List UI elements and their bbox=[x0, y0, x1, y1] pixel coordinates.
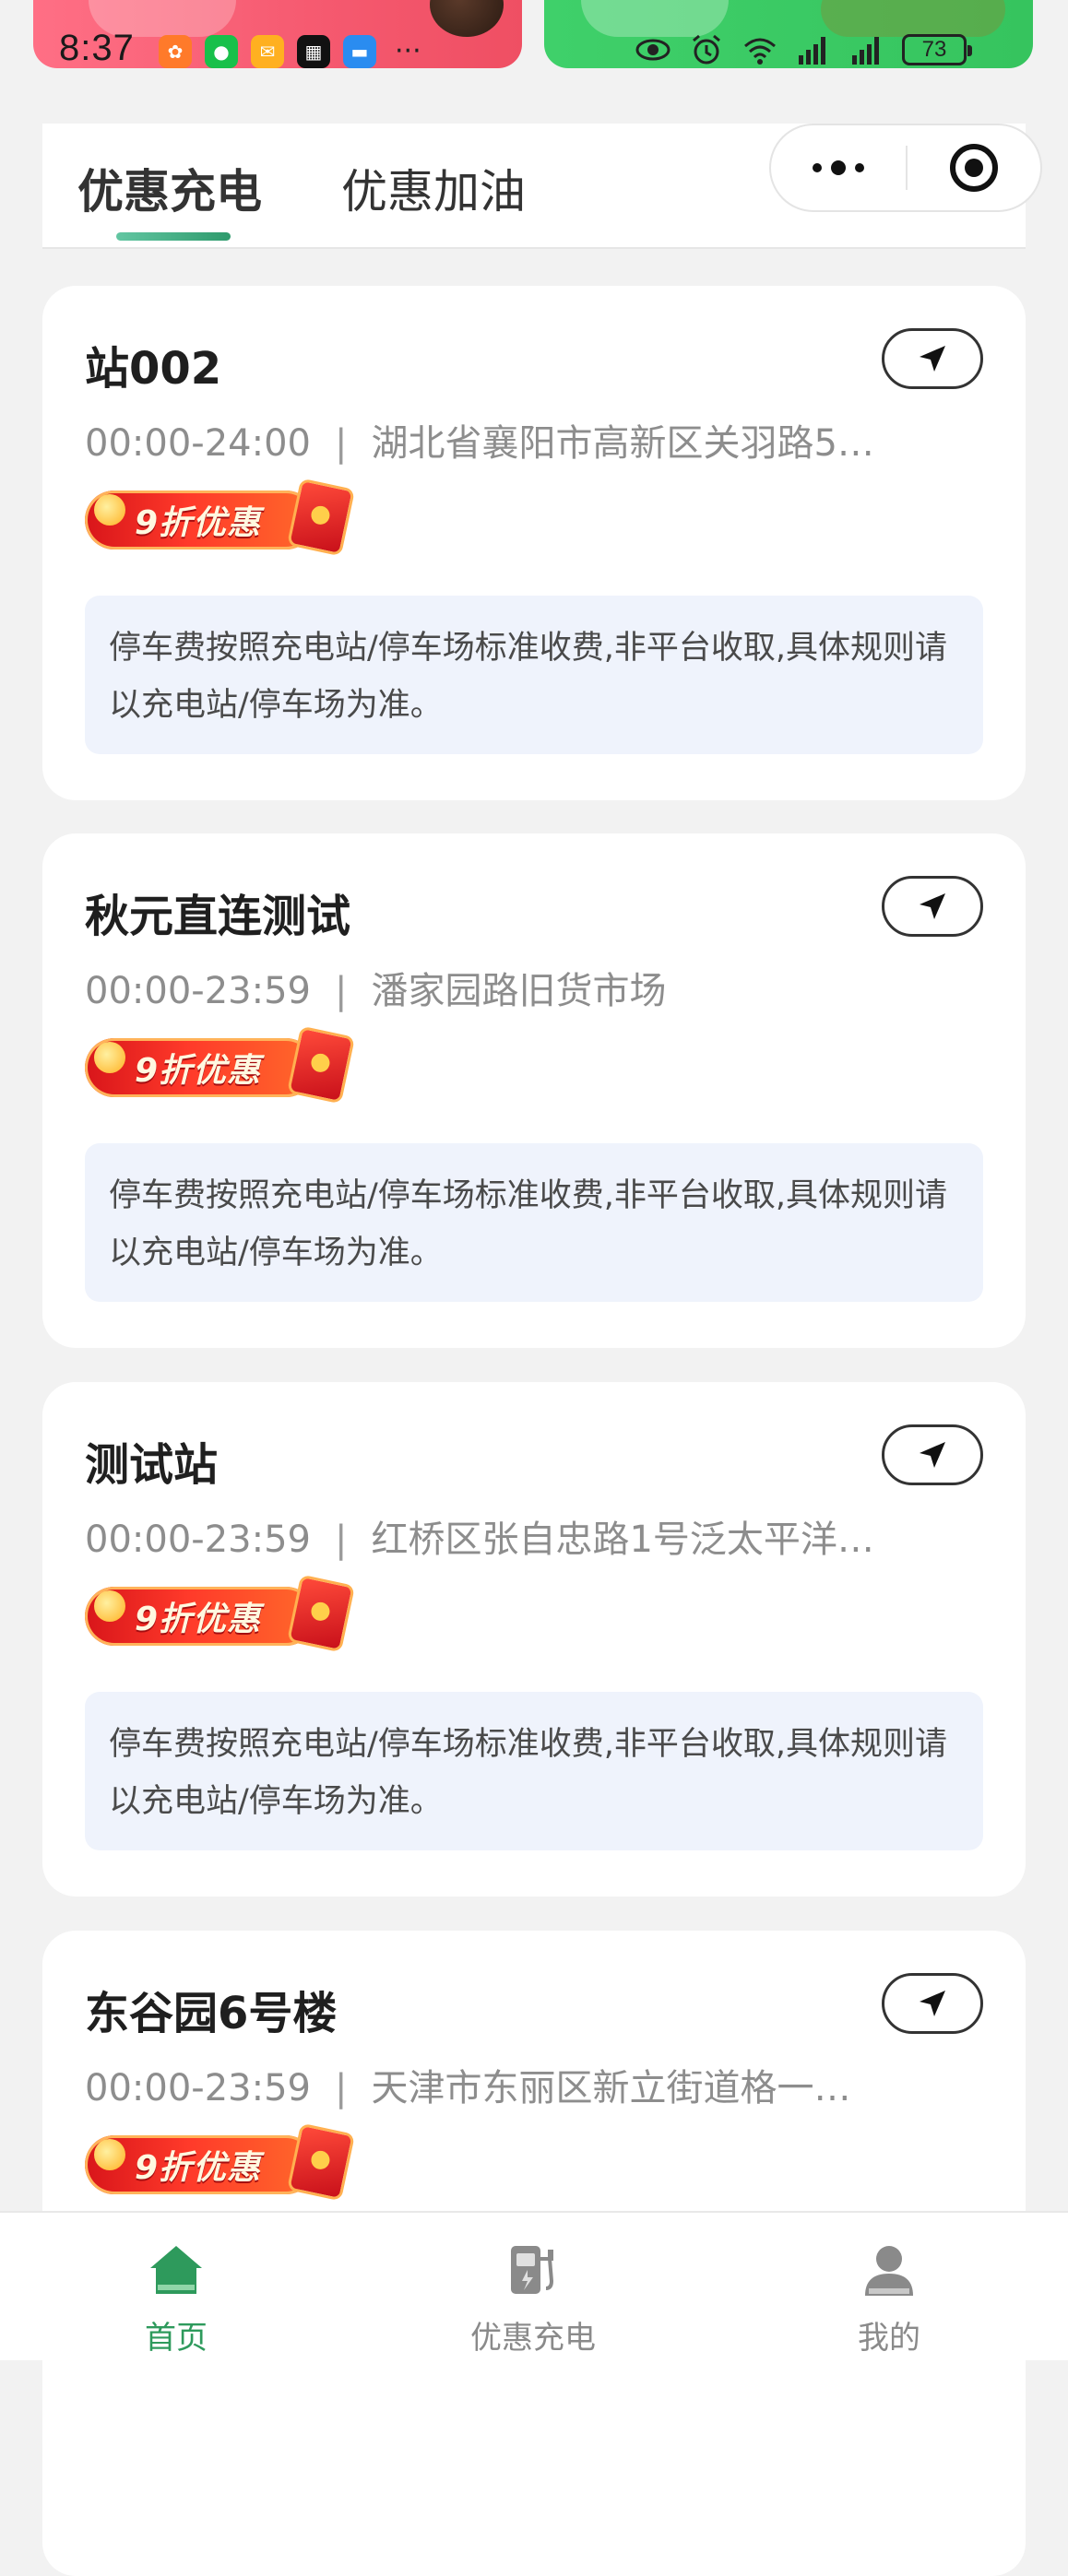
discount-badge: 9折优惠 bbox=[85, 478, 356, 557]
bottom-tab-discount-charging[interactable]: 优惠充电 bbox=[441, 2240, 625, 2357]
miniprogram-capsule bbox=[769, 124, 1042, 212]
info-separator: | bbox=[334, 970, 348, 1012]
station-card[interactable]: 测试站 00:00-23:59 | 红桥区张自忠路1号泛太平洋… 9折优惠 停车费按… bbox=[42, 1382, 1026, 1897]
discount-badge-label: 9折优惠 bbox=[135, 1052, 262, 1090]
info-separator: | bbox=[334, 422, 348, 465]
discount-badge-label: 9折优惠 bbox=[135, 2149, 262, 2187]
banner-decoration bbox=[581, 0, 729, 37]
more-menu-button[interactable] bbox=[771, 125, 906, 210]
bottom-tab-label: 我的 bbox=[858, 2320, 920, 2357]
tab-discount-fuel[interactable]: 优惠加油 bbox=[341, 155, 526, 221]
signal-icon bbox=[852, 37, 879, 65]
discount-badge: 9折优惠 bbox=[85, 1025, 356, 1105]
red-envelope-icon bbox=[286, 478, 356, 557]
charging-pile-icon bbox=[511, 2246, 554, 2294]
more-dots-icon bbox=[831, 160, 846, 175]
coin-icon bbox=[94, 2139, 125, 2170]
station-hours: 00:00-23:59 bbox=[85, 2067, 311, 2109]
user-icon bbox=[865, 2246, 913, 2296]
station-name: 站002 bbox=[85, 343, 222, 395]
navigate-button[interactable] bbox=[882, 1973, 983, 2034]
bottom-tab-home[interactable]: 首页 bbox=[84, 2240, 268, 2357]
navigate-button[interactable] bbox=[882, 876, 983, 937]
banner-decoration bbox=[821, 0, 1005, 37]
status-app-icons: ✿ ● ✉ ▦ ▬ ··· bbox=[159, 35, 421, 68]
status-indicators: 73 bbox=[635, 33, 972, 66]
signal-icon bbox=[799, 37, 825, 65]
battery-indicator: 73 bbox=[902, 34, 972, 65]
station-info: 00:00-24:00 | 湖北省襄阳市高新区关羽路5… bbox=[85, 413, 952, 467]
station-hours: 00:00-24:00 bbox=[85, 422, 311, 465]
active-tab-indicator bbox=[116, 232, 231, 241]
wechat-icon: ● bbox=[205, 35, 238, 68]
weibo-icon: ✿ bbox=[159, 35, 192, 68]
red-envelope-icon bbox=[286, 1025, 356, 1105]
station-address: 湖北省襄阳市高新区关羽路5… bbox=[371, 422, 874, 465]
station-address: 红桥区张自忠路1号泛太平洋… bbox=[371, 1518, 874, 1561]
red-envelope-icon bbox=[286, 1574, 356, 1653]
status-more: ··· bbox=[395, 35, 421, 67]
close-miniprogram-button[interactable] bbox=[908, 125, 1040, 210]
station-address: 天津市东丽区新立街道格一… bbox=[371, 2067, 851, 2109]
station-hours: 00:00-23:59 bbox=[85, 970, 311, 1012]
banner-decoration bbox=[430, 0, 504, 37]
station-name: 测试站 bbox=[85, 1439, 219, 1491]
parking-fee-notice: 停车费按照充电站/停车场标准收费,非平台收取,具体规则请以充电站/停车场为准。 bbox=[85, 596, 983, 754]
station-hours: 00:00-23:59 bbox=[85, 1518, 311, 1561]
bottom-tab-label: 优惠充电 bbox=[470, 2320, 596, 2357]
coin-icon bbox=[94, 494, 125, 526]
navigation-arrow-icon bbox=[920, 346, 945, 372]
status-time: 8:37 bbox=[59, 28, 135, 68]
bottom-tab-label: 首页 bbox=[145, 2320, 208, 2357]
more-dots-icon bbox=[855, 163, 864, 172]
station-name: 秋元直连测试 bbox=[85, 891, 351, 942]
discount-badge-label: 9折优惠 bbox=[135, 1601, 262, 1638]
station-info: 00:00-23:59 | 红桥区张自忠路1号泛太平洋… bbox=[85, 1509, 952, 1563]
navigation-arrow-icon bbox=[920, 893, 945, 919]
station-name: 东谷园6号楼 bbox=[85, 1988, 338, 2039]
info-separator: | bbox=[334, 2067, 348, 2109]
navigation-arrow-icon bbox=[920, 1991, 945, 2016]
discount-badge: 9折优惠 bbox=[85, 2122, 356, 2202]
more-dots-icon bbox=[813, 163, 822, 172]
alarm-icon bbox=[693, 34, 720, 65]
info-separator: | bbox=[334, 1518, 348, 1561]
bottom-tab-profile[interactable]: 我的 bbox=[797, 2240, 981, 2357]
discount-badge-label: 9折优惠 bbox=[135, 504, 262, 542]
eye-icon bbox=[635, 39, 670, 61]
station-card[interactable]: 站002 00:00-24:00 | 湖北省襄阳市高新区关羽路5… 9折优惠 停车费… bbox=[42, 286, 1026, 800]
station-card[interactable]: 秋元直连测试 00:00-23:59 | 潘家园路旧货市场 9折优惠 停车费按照充电… bbox=[42, 833, 1026, 1348]
navigation-arrow-icon bbox=[920, 1442, 945, 1468]
parking-fee-notice: 停车费按照充电站/停车场标准收费,非平台收取,具体规则请以充电站/停车场为准。 bbox=[85, 1692, 983, 1850]
home-icon bbox=[150, 2246, 202, 2294]
wifi-icon bbox=[744, 38, 776, 65]
discount-badge: 9折优惠 bbox=[85, 1574, 356, 1653]
station-info: 00:00-23:59 | 天津市东丽区新立街道格一… bbox=[85, 2058, 952, 2111]
target-icon bbox=[950, 144, 998, 192]
parking-fee-notice: 停车费按照充电站/停车场标准收费,非平台收取,具体规则请以充电站/停车场为准。 bbox=[85, 1143, 983, 1302]
app-grid-icon: ▦ bbox=[297, 35, 330, 68]
mail-icon: ✉ bbox=[251, 35, 284, 68]
coin-icon bbox=[94, 1590, 125, 1622]
red-envelope-icon bbox=[286, 2122, 356, 2202]
navigate-button[interactable] bbox=[882, 328, 983, 389]
navigate-button[interactable] bbox=[882, 1424, 983, 1485]
station-address: 潘家园路旧货市场 bbox=[371, 970, 667, 1012]
coin-icon bbox=[94, 1042, 125, 1073]
station-info: 00:00-23:59 | 潘家园路旧货市场 bbox=[85, 961, 952, 1014]
tab-discount-charging[interactable]: 优惠充电 bbox=[77, 155, 262, 221]
message-icon: ▬ bbox=[343, 35, 376, 68]
bottom-tab-bar: 首页 优惠充电 我的 bbox=[0, 2211, 1068, 2360]
